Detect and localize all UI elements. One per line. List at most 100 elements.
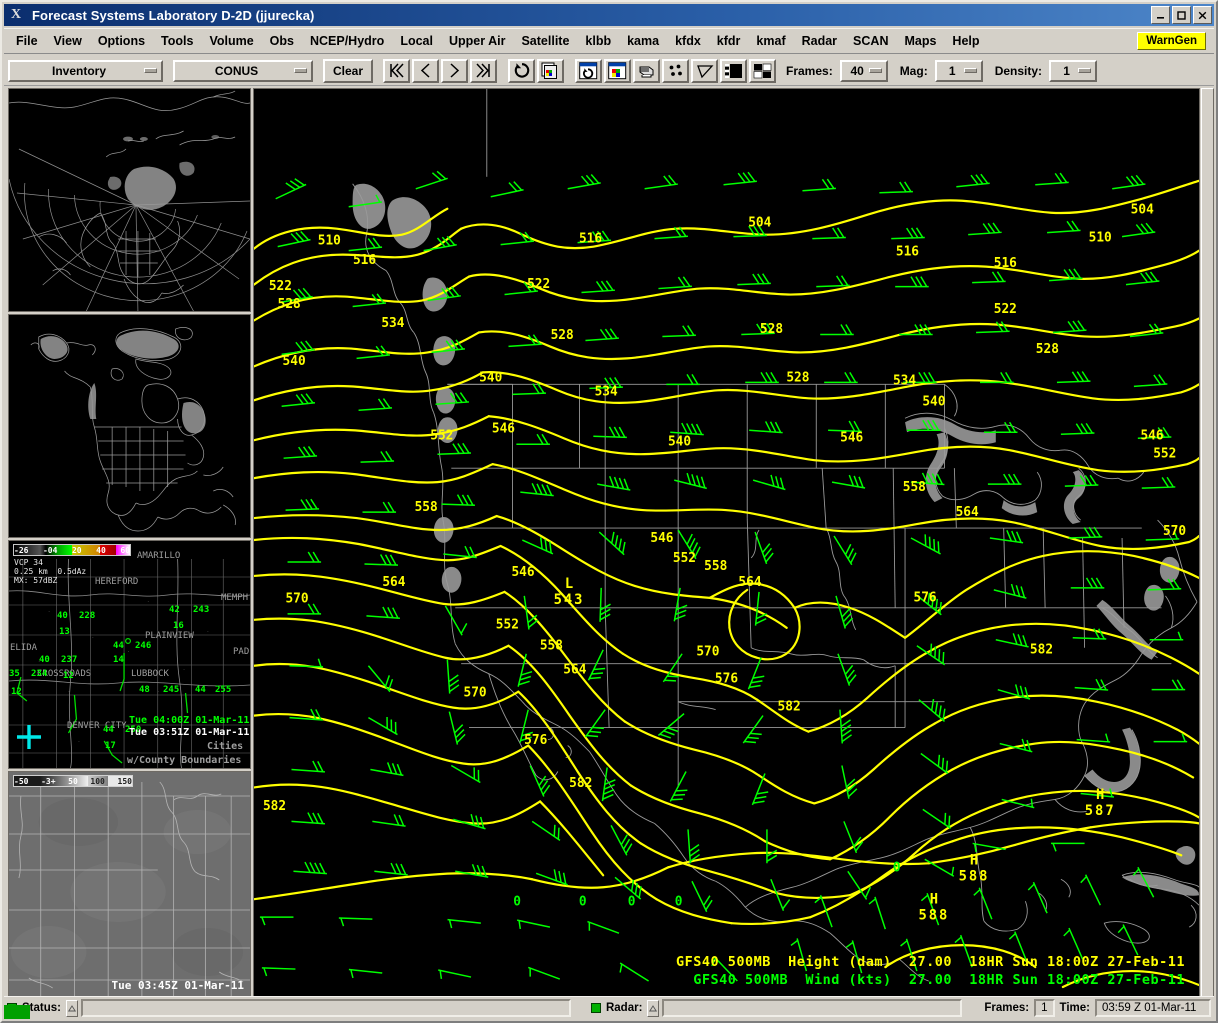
menu-scan[interactable]: SCAN [845, 31, 896, 51]
menu-kfdr[interactable]: kfdr [709, 31, 749, 51]
contour-label: 552 [430, 428, 453, 443]
contour-label: 558 [903, 480, 926, 495]
radar-storm-panel[interactable]: -26 -04 20 40 60 VCP 34 0.25 km 0.5dAz M… [8, 540, 251, 769]
contour-label: 564 [956, 505, 979, 520]
menu-help[interactable]: Help [944, 31, 987, 51]
contour-label: 552 [1153, 446, 1176, 461]
contour-label: 510 [318, 233, 341, 248]
contour-label: 582 [263, 799, 286, 814]
radar-expand-icon[interactable] [647, 999, 660, 1017]
warngen-button[interactable]: WarnGen [1137, 32, 1206, 50]
pressure-center-symbol: H [1096, 787, 1104, 803]
print-icon[interactable] [633, 58, 660, 83]
one-panel-icon[interactable] [720, 58, 747, 83]
contour-label: 528 [551, 328, 574, 343]
radar-label: Radar: [605, 1002, 643, 1014]
menu-satellite[interactable]: Satellite [513, 31, 577, 51]
contour-label: 0 [893, 860, 901, 875]
workspace: -26 -04 20 40 60 VCP 34 0.25 km 0.5dAz M… [4, 87, 1214, 1000]
contour-label: 582 [569, 776, 592, 791]
close-button[interactable] [1193, 6, 1212, 24]
loop-icon[interactable] [508, 58, 535, 83]
toolbar: Inventory CONUS Clear Frames: 40 Mag: 1 … [4, 56, 1214, 86]
contour-label: 0 [579, 894, 587, 909]
sidebar-panels: -26 -04 20 40 60 VCP 34 0.25 km 0.5dAz M… [4, 87, 253, 1000]
contour-label: 0 [675, 894, 683, 909]
next-frame-button[interactable] [441, 58, 468, 83]
contour-label: 576 [914, 591, 937, 606]
menu-klbb[interactable]: klbb [577, 31, 619, 51]
statusbar-time-label: Time: [1059, 1002, 1091, 1014]
frames-dropdown[interactable]: 40 [839, 59, 888, 82]
mag-label: Mag: [899, 63, 928, 78]
clear-button[interactable]: Clear [323, 58, 373, 83]
loop-framed-icon[interactable] [575, 58, 602, 83]
pressure-center-symbol: L [565, 576, 573, 592]
contour-label: 540 [668, 434, 691, 449]
contour-label: 516 [353, 253, 376, 268]
contour-label: 540 [283, 354, 306, 369]
pressure-center-labels: L543H587H588H588 [554, 576, 1114, 924]
x-logo-icon: X [10, 7, 22, 22]
four-panel-icon[interactable] [749, 58, 776, 83]
polar-overview-map[interactable] [8, 88, 251, 312]
status-expand-icon[interactable] [65, 999, 78, 1017]
statusbar-frames-label: Frames: [984, 1002, 1030, 1014]
contour-label: 570 [285, 592, 308, 607]
statusbar: Status: Radar: Frames: 1 Time: 03:59 Z 0… [4, 996, 1214, 1019]
last-frame-button[interactable] [470, 58, 497, 83]
contour-label: 540 [479, 371, 502, 386]
map-vertical-scrollbar[interactable] [1201, 88, 1214, 999]
radar-colorbar [13, 544, 131, 556]
product-legend-height: GFS40 500MB Height (dam) 27.00 18HR Sun … [675, 954, 1185, 970]
contour-label: 528 [278, 297, 301, 312]
menu-file[interactable]: File [8, 31, 46, 51]
menu-volume[interactable]: Volume [201, 31, 261, 51]
menu-local[interactable]: Local [392, 31, 441, 51]
mag-value: 1 [948, 63, 956, 78]
contour-label: 564 [382, 575, 405, 590]
contour-label: 534 [381, 316, 404, 331]
first-frame-button[interactable] [383, 58, 410, 83]
contour-label: 552 [673, 551, 696, 566]
pressure-center-symbol: H [930, 891, 938, 907]
previous-frame-button[interactable] [412, 58, 439, 83]
minimize-button[interactable] [1151, 6, 1170, 24]
pressure-center-value: 543 [554, 592, 585, 608]
radar-message-field [662, 999, 963, 1017]
main-map-display[interactable]: 504 504 510 510 516 516 516 516 522 522 522 528 528 5… [253, 88, 1200, 999]
pan-arrow-icon[interactable] [691, 58, 718, 83]
status-message-field [80, 999, 571, 1017]
menu-kama[interactable]: kama [619, 31, 667, 51]
maximize-button[interactable] [1172, 6, 1191, 24]
menu-obs[interactable]: Obs [262, 31, 302, 51]
image-framed-icon[interactable] [604, 58, 631, 83]
points-icon[interactable] [662, 58, 689, 83]
menu-tools[interactable]: Tools [153, 31, 201, 51]
menu-kfdx[interactable]: kfdx [667, 31, 709, 51]
density-dropdown[interactable]: 1 [1049, 59, 1098, 82]
menu-kmaf[interactable]: kmaf [748, 31, 793, 51]
mag-dropdown[interactable]: 1 [934, 59, 983, 82]
contour-label: 582 [778, 699, 801, 714]
menu-upper-air[interactable]: Upper Air [441, 31, 514, 51]
menu-ncep-hydro[interactable]: NCEP/Hydro [302, 31, 392, 51]
menu-radar[interactable]: Radar [794, 31, 845, 51]
frames-value: 40 [850, 63, 864, 78]
application-window: X Forecast Systems Laboratory D-2D (jjur… [0, 0, 1218, 1023]
scale-dropdown[interactable]: CONUS [173, 59, 313, 82]
inventory-dropdown[interactable]: Inventory [8, 59, 163, 82]
menu-view[interactable]: View [46, 31, 90, 51]
satellite-ir-panel[interactable]: -50 -3+ 50 100 150 Tue 03:45Z 01-Mar-11 [8, 771, 251, 999]
contour-label: 522 [994, 302, 1017, 317]
statusbar-time-value: 03:59 Z 01-Mar-11 [1095, 999, 1212, 1017]
statusbar-frames-value: 1 [1034, 999, 1055, 1017]
frames-label: Frames: [786, 63, 833, 78]
menu-options[interactable]: Options [90, 31, 153, 51]
contour-label: 570 [696, 644, 719, 659]
image-properties-icon[interactable] [537, 58, 564, 83]
contour-label: 516 [994, 256, 1017, 271]
north-america-map[interactable] [8, 314, 251, 538]
menu-maps[interactable]: Maps [896, 31, 944, 51]
pressure-center-value: 588 [959, 868, 990, 884]
